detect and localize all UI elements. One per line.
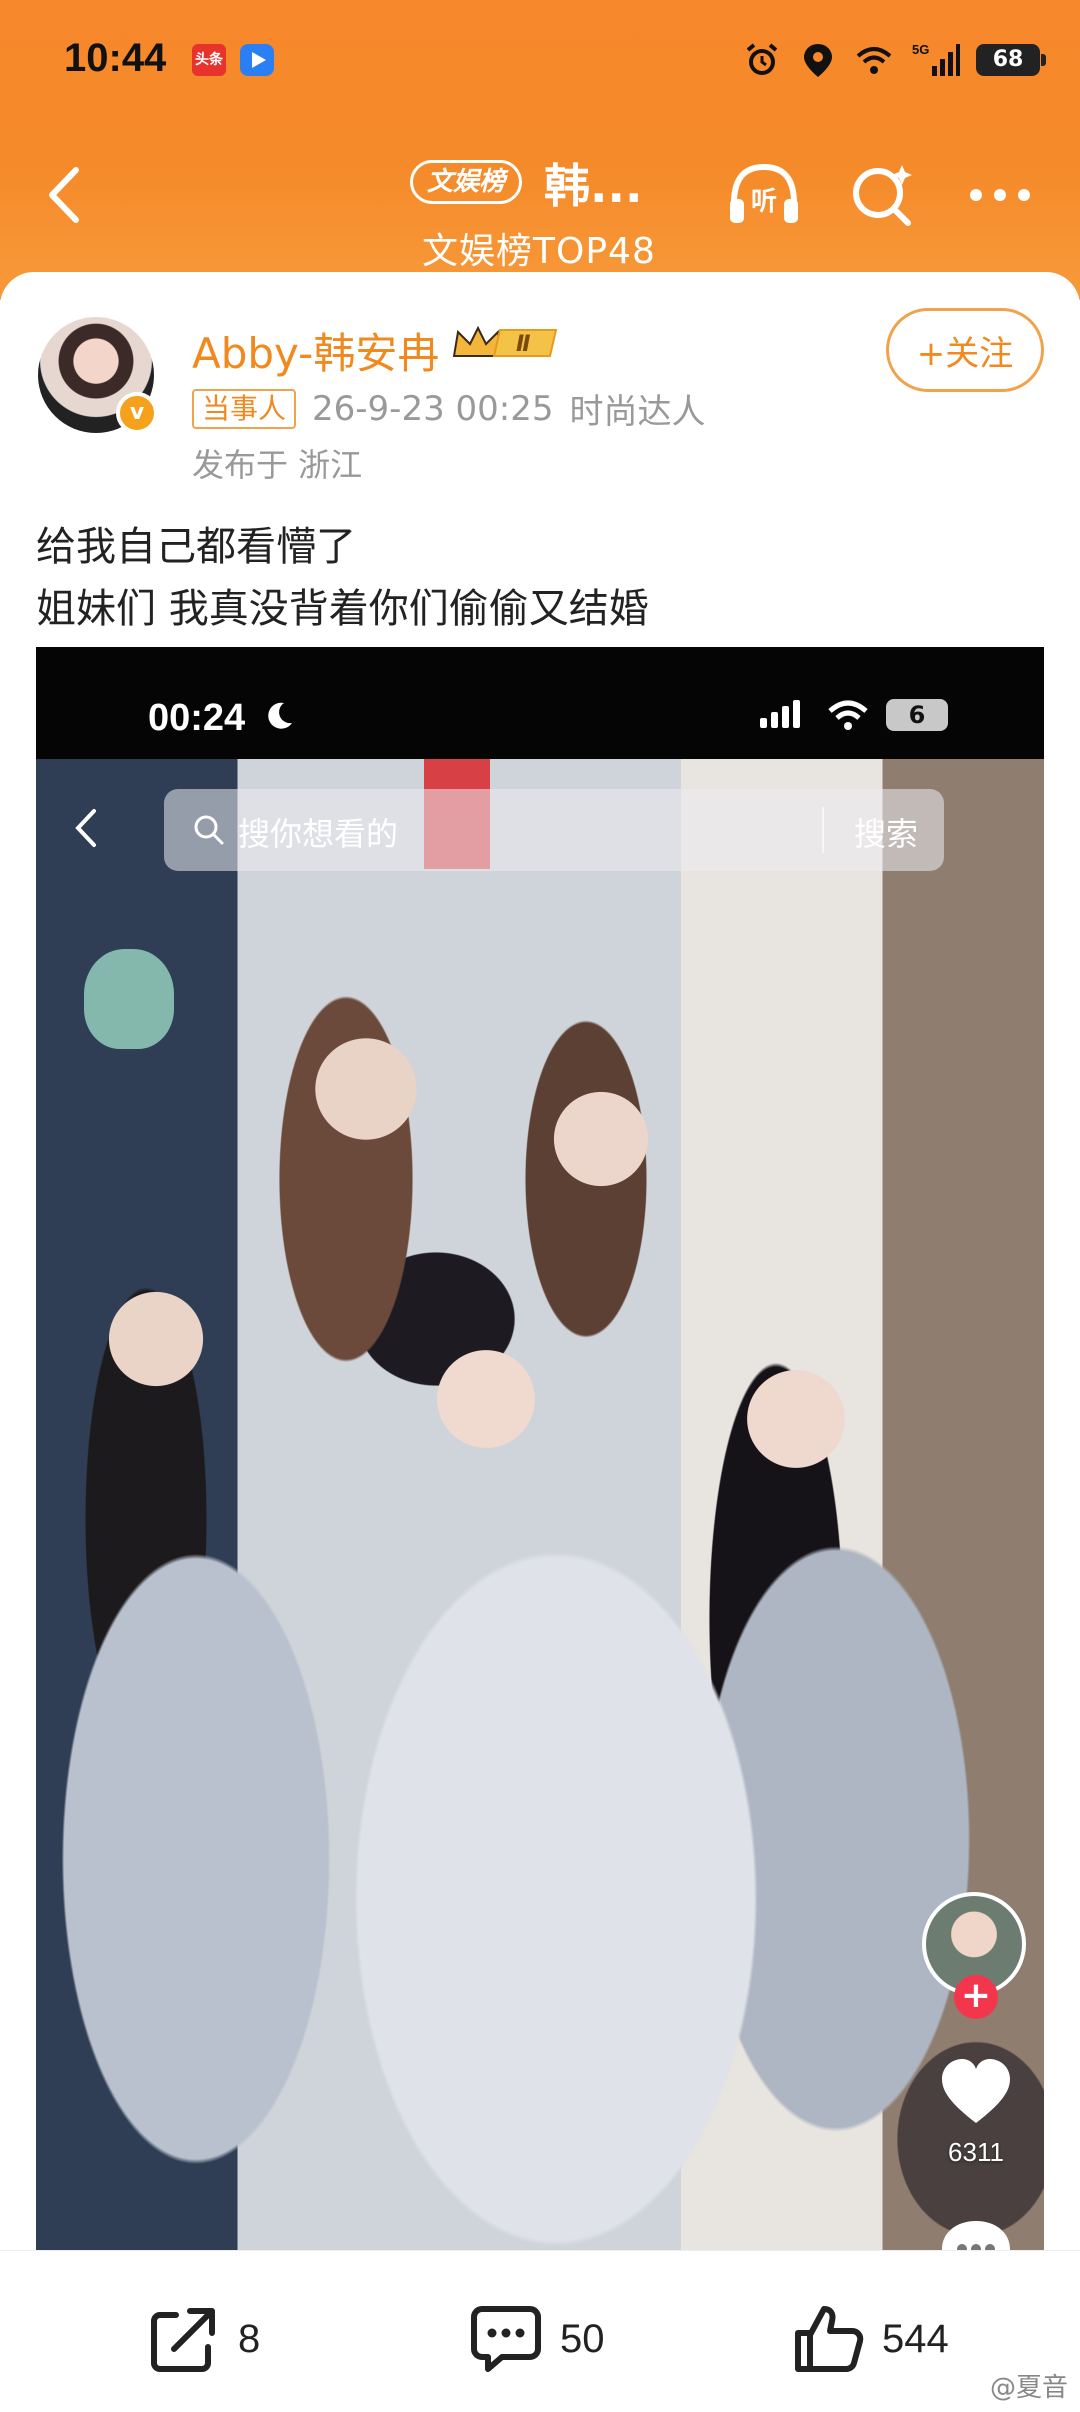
page-subtitle: 文娱榜TOP48 bbox=[422, 231, 656, 272]
embedded-status-bar: 00:24 6 bbox=[36, 647, 1044, 759]
ranking-badge: 文娱榜 bbox=[410, 160, 523, 204]
status-icons: 5G 68 bbox=[742, 36, 1046, 84]
battery-indicator: 68 bbox=[976, 44, 1046, 76]
top-header: 10:44 头条 5G 68 文娱榜 韩... 文娱榜TOP48 听 bbox=[0, 0, 1080, 300]
video-app-icon bbox=[240, 44, 274, 76]
page-title-area[interactable]: 文娱榜 韩... 文娱榜TOP48 bbox=[410, 140, 730, 272]
svg-text:Ⅱ: Ⅱ bbox=[516, 332, 531, 357]
post-text: 给我自己都看懵了 姐妹们 我真没背着你们偷偷又结婚 bbox=[36, 516, 649, 640]
vase-decoration bbox=[84, 949, 174, 1049]
group-photo: 搜你想看的 搜索 bbox=[36, 759, 1044, 2252]
share-button[interactable]: 8 bbox=[146, 2301, 260, 2377]
share-icon bbox=[151, 2308, 215, 2372]
post-meta: 当事人 26-9-23 00:25 时尚达人 bbox=[192, 384, 706, 433]
post-image[interactable]: 00:24 6 搜你想看的 搜索 + 6311 bbox=[36, 647, 1044, 2252]
user-category: 时尚达人 bbox=[569, 392, 706, 432]
embedded-back-icon[interactable] bbox=[72, 805, 100, 851]
toutiao-app-icon: 头条 bbox=[192, 44, 226, 76]
embedded-follow-plus[interactable]: + bbox=[954, 1975, 998, 2019]
svg-text:听: 听 bbox=[751, 187, 777, 217]
comment-button[interactable]: 50 bbox=[468, 2301, 605, 2377]
embedded-wifi-icon bbox=[828, 700, 868, 730]
page-title: 韩... bbox=[544, 159, 643, 213]
back-arrow-icon[interactable] bbox=[36, 160, 96, 230]
heart-icon bbox=[942, 2059, 1010, 2123]
status-time: 10:44 bbox=[64, 36, 167, 80]
share-count: 8 bbox=[238, 2316, 261, 2361]
comment-icon bbox=[471, 2306, 541, 2372]
like-button[interactable]: 544 bbox=[790, 2301, 949, 2377]
search-divider bbox=[822, 807, 824, 853]
post-text-line-1: 给我自己都看懵了 bbox=[36, 524, 356, 570]
embedded-like-action[interactable]: 6311 bbox=[924, 2057, 1028, 2168]
embedded-comment-action[interactable]: 2070 bbox=[924, 2217, 1028, 2252]
status-bar: 10:44 头条 5G 68 bbox=[0, 0, 1080, 120]
embedded-search-icon bbox=[194, 815, 224, 845]
alarm-icon bbox=[746, 43, 778, 75]
verified-badge-icon: v bbox=[116, 392, 158, 434]
watermark: @夏音 bbox=[989, 2373, 1068, 2403]
embedded-signal-icon bbox=[760, 700, 800, 728]
headphones-listen-icon[interactable]: 听 bbox=[724, 155, 804, 235]
party-tag: 当事人 bbox=[192, 388, 297, 429]
embedded-status-icons: 6 bbox=[760, 699, 948, 731]
username[interactable]: Abby-韩安冉 bbox=[192, 320, 439, 381]
embedded-like-count: 6311 bbox=[948, 2137, 1004, 2167]
follow-label: +关注 bbox=[916, 333, 1014, 374]
location-icon bbox=[804, 44, 832, 77]
nav-actions: 听 bbox=[724, 150, 1040, 240]
embedded-time: 00:24 bbox=[148, 697, 246, 739]
signal-5g-icon: 5G bbox=[912, 42, 960, 76]
post-location: 发布于 浙江 bbox=[192, 446, 363, 484]
follow-button[interactable]: +关注 bbox=[886, 308, 1044, 392]
post-text-line-2: 姐妹们 我真没背着你们偷偷又结婚 bbox=[36, 586, 649, 632]
svg-text:5G: 5G bbox=[912, 42, 929, 57]
nav-row: 文娱榜 韩... 文娱榜TOP48 听 bbox=[0, 120, 1080, 272]
crown-level-icon: Ⅱ bbox=[452, 325, 558, 357]
embedded-search-placeholder: 搜你想看的 bbox=[238, 815, 399, 853]
wifi-icon bbox=[856, 47, 892, 74]
embedded-search-button[interactable]: 搜索 bbox=[854, 809, 918, 855]
thumbs-up-icon bbox=[795, 2306, 864, 2372]
post-card: v Abby-韩安冉 Ⅱ 当事人 26-9-23 00:25 时尚达人 发布于 … bbox=[0, 272, 1080, 2252]
embedded-search-bar[interactable]: 搜你想看的 搜索 bbox=[164, 789, 944, 871]
bottom-action-bar: 8 50 544 @夏音 bbox=[0, 2250, 1080, 2412]
search-icon[interactable] bbox=[842, 155, 922, 235]
like-count: 544 bbox=[882, 2316, 949, 2361]
comment-count: 50 bbox=[560, 2316, 605, 2361]
embedded-battery: 6 bbox=[886, 699, 948, 731]
moon-icon bbox=[268, 702, 292, 729]
post-date: 26-9-23 00:25 bbox=[312, 388, 554, 429]
more-options-icon[interactable] bbox=[960, 155, 1040, 235]
comment-bubble-icon bbox=[942, 2221, 1010, 2252]
